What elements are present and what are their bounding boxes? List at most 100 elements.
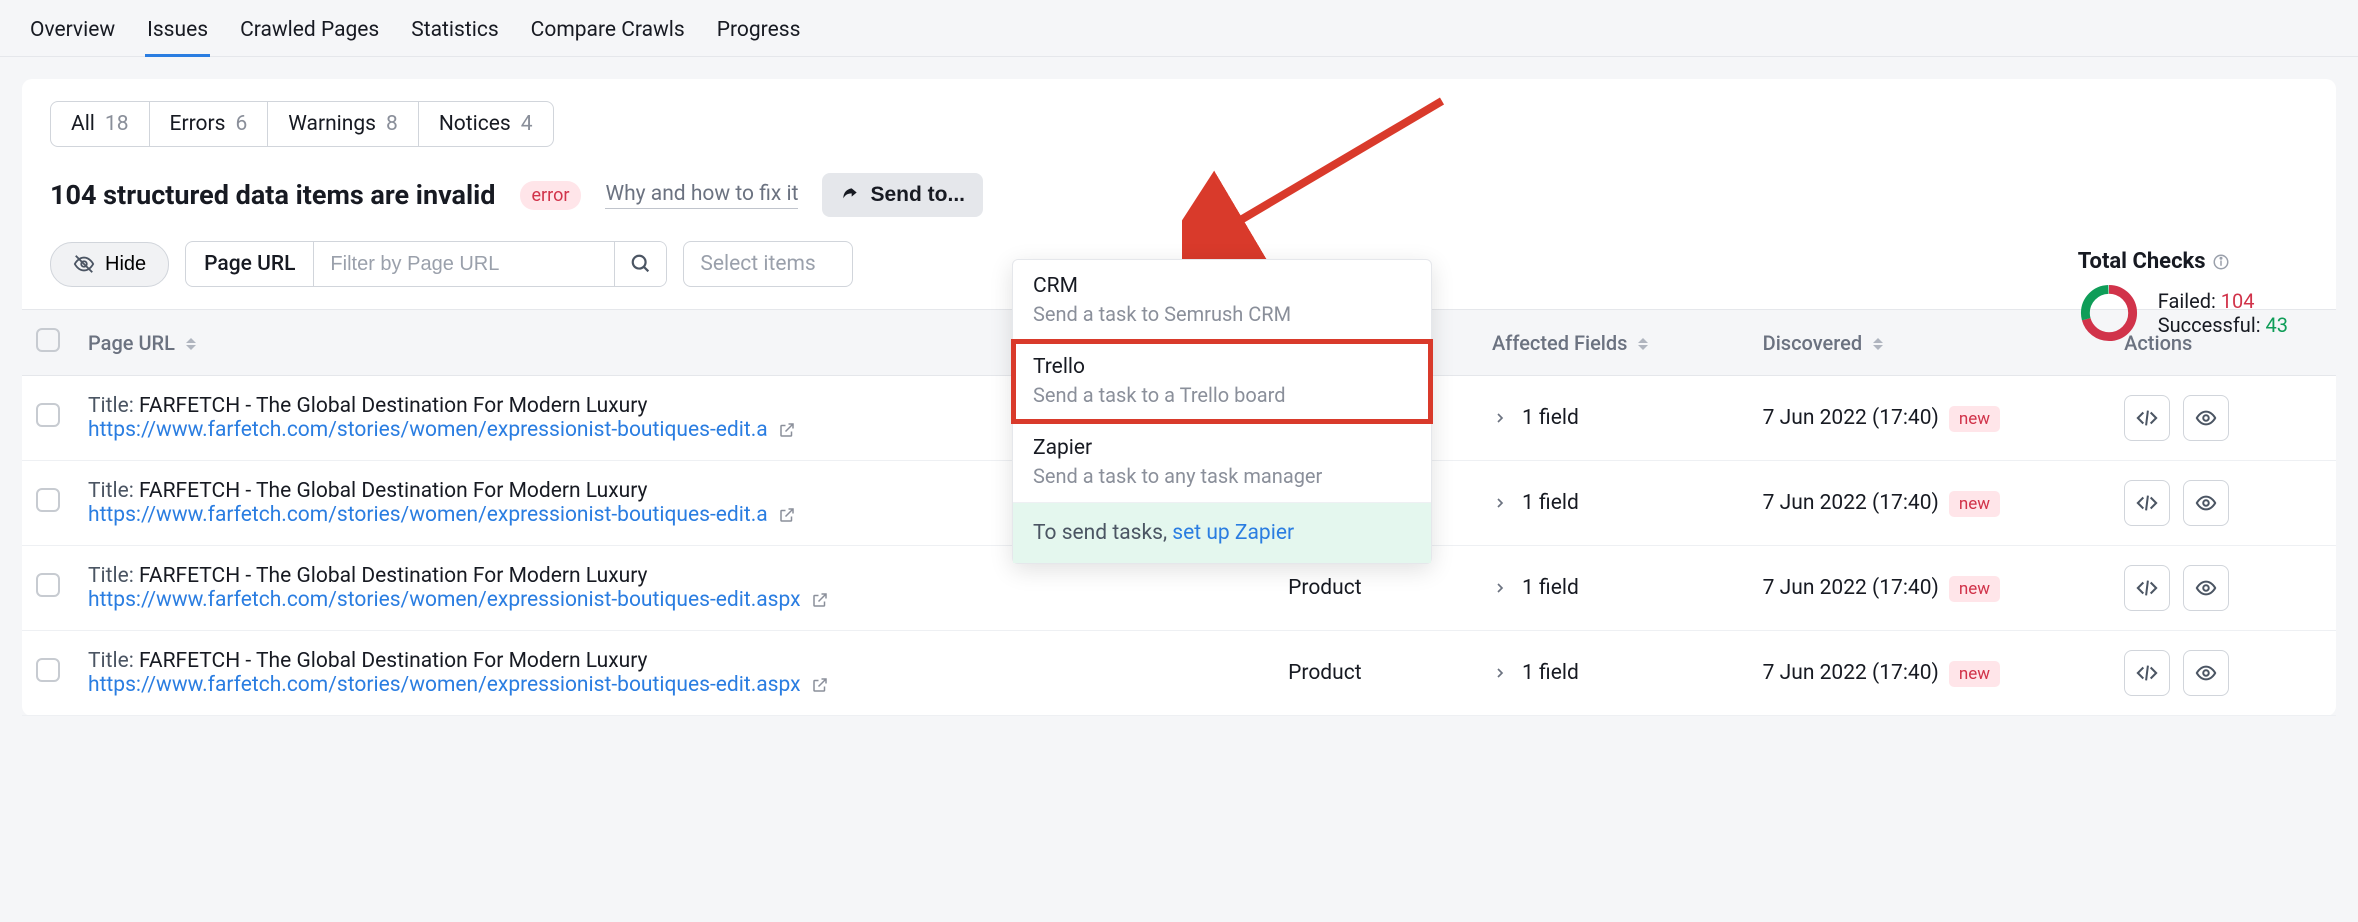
new-badge: new — [1949, 491, 2000, 517]
send-to-label: Send to... — [870, 183, 965, 207]
why-fix-link[interactable]: Why and how to fix it — [605, 182, 798, 209]
filter-label: Errors — [170, 112, 226, 136]
filter-label: Notices — [439, 112, 511, 136]
setup-zapier-link[interactable]: set up Zapier — [1172, 521, 1294, 545]
view-action-button[interactable] — [2183, 480, 2229, 526]
sort-icon[interactable] — [1638, 338, 1648, 350]
eye-icon — [2195, 492, 2217, 514]
new-badge: new — [1949, 406, 2000, 432]
row-discovered: 7 Jun 2022 (17:40)new — [1749, 461, 2110, 546]
total-checks: Total Checks Failed: 104 Successful: 43 — [2078, 249, 2288, 344]
affected-fields-toggle[interactable]: 1 field — [1492, 491, 1735, 515]
select-items-dropdown[interactable]: Select items — [683, 241, 853, 287]
severity-badge: error — [520, 181, 582, 210]
filter-label: All — [71, 112, 95, 136]
dropdown-item-title: Trello — [1033, 355, 1411, 379]
external-link-icon — [778, 421, 796, 439]
fields-text: 1 field — [1522, 661, 1579, 685]
select-all-checkbox[interactable] — [36, 328, 60, 352]
sort-icon[interactable] — [1873, 338, 1883, 350]
row-url-link[interactable]: https://www.farfetch.com/stories/women/e… — [88, 418, 796, 442]
search-button[interactable] — [614, 242, 666, 286]
row-url-link[interactable]: https://www.farfetch.com/stories/women/e… — [88, 503, 796, 527]
row-checkbox[interactable] — [36, 573, 60, 597]
code-action-button[interactable] — [2124, 565, 2170, 611]
send-to-dropdown: CRM Send a task to Semrush CRM Trello Se… — [1012, 259, 1432, 564]
affected-fields-toggle[interactable]: 1 field — [1492, 406, 1735, 430]
chevron-right-icon — [1492, 580, 1508, 596]
view-action-button[interactable] — [2183, 650, 2229, 696]
code-icon — [2136, 492, 2158, 514]
code-action-button[interactable] — [2124, 395, 2170, 441]
share-arrow-icon — [840, 185, 860, 205]
tabs-bar: Overview Issues Crawled Pages Statistics… — [0, 0, 2358, 57]
page-url-filter: Page URL — [185, 241, 667, 287]
hide-label: Hide — [105, 253, 146, 276]
eye-icon — [2195, 407, 2217, 429]
success-value: 43 — [2266, 313, 2288, 337]
row-checkbox[interactable] — [36, 403, 60, 427]
code-action-button[interactable] — [2124, 650, 2170, 696]
view-action-button[interactable] — [2183, 565, 2229, 611]
dropdown-footer-text: To send tasks, — [1033, 521, 1172, 545]
filter-notices[interactable]: Notices 4 — [419, 102, 553, 146]
tab-compare-crawls[interactable]: Compare Crawls — [529, 10, 687, 56]
dropdown-item-title: Zapier — [1033, 436, 1411, 460]
filter-count: 8 — [386, 112, 398, 136]
search-icon — [630, 253, 652, 275]
chevron-right-icon — [1492, 495, 1508, 511]
chevron-right-icon — [1492, 665, 1508, 681]
filter-label: Warnings — [288, 112, 376, 136]
affected-fields-toggle[interactable]: 1 field — [1492, 576, 1735, 600]
donut-chart-icon — [2078, 282, 2140, 344]
row-discovered: 7 Jun 2022 (17:40)new — [1749, 546, 2110, 631]
col-discovered[interactable]: Discovered — [1763, 331, 1862, 355]
view-action-button[interactable] — [2183, 395, 2229, 441]
success-label: Successful: — [2158, 313, 2261, 337]
filter-errors[interactable]: Errors 6 — [150, 102, 269, 146]
dropdown-item-zapier[interactable]: Zapier Send a task to any task manager — [1013, 422, 1431, 503]
dropdown-item-trello[interactable]: Trello Send a task to a Trello board — [1013, 341, 1431, 422]
filter-all[interactable]: All 18 — [51, 102, 150, 146]
issues-panel: All 18 Errors 6 Warnings 8 Notices 4 104… — [22, 79, 2336, 716]
row-checkbox[interactable] — [36, 658, 60, 682]
external-link-icon — [811, 676, 829, 694]
total-checks-title: Total Checks — [2078, 249, 2206, 274]
failed-label: Failed: — [2158, 289, 2216, 313]
send-to-button[interactable]: Send to... — [822, 173, 983, 217]
tab-crawled-pages[interactable]: Crawled Pages — [238, 10, 381, 56]
col-affected[interactable]: Affected Fields — [1492, 331, 1627, 355]
affected-fields-toggle[interactable]: 1 field — [1492, 661, 1735, 685]
eye-icon — [2195, 662, 2217, 684]
failed-value: 104 — [2221, 289, 2255, 313]
new-badge: new — [1949, 661, 2000, 687]
filter-count: 6 — [235, 112, 247, 136]
filter-warnings[interactable]: Warnings 8 — [268, 102, 419, 146]
new-badge: new — [1949, 576, 2000, 602]
dropdown-item-crm[interactable]: CRM Send a task to Semrush CRM — [1013, 260, 1431, 341]
row-url-link[interactable]: https://www.farfetch.com/stories/women/e… — [88, 588, 829, 612]
tab-progress[interactable]: Progress — [715, 10, 803, 56]
row-url-link[interactable]: https://www.farfetch.com/stories/women/e… — [88, 673, 829, 697]
row-checkbox[interactable] — [36, 488, 60, 512]
tab-overview[interactable]: Overview — [28, 10, 117, 56]
hide-button[interactable]: Hide — [50, 242, 169, 287]
code-icon — [2136, 662, 2158, 684]
issue-filters: All 18 Errors 6 Warnings 8 Notices 4 — [50, 101, 554, 147]
external-link-icon — [778, 506, 796, 524]
row-discovered: 7 Jun 2022 (17:40)new — [1749, 631, 2110, 716]
table-row: Title: FARFETCH - The Global Destination… — [22, 631, 2336, 716]
tab-issues[interactable]: Issues — [145, 10, 210, 56]
page-url-label[interactable]: Page URL — [186, 242, 314, 286]
tab-statistics[interactable]: Statistics — [409, 10, 500, 56]
row-discovered: 7 Jun 2022 (17:40)new — [1749, 376, 2110, 461]
code-action-button[interactable] — [2124, 480, 2170, 526]
code-icon — [2136, 407, 2158, 429]
info-icon[interactable] — [2212, 253, 2230, 271]
eye-off-icon — [73, 253, 95, 275]
sort-icon[interactable] — [186, 338, 196, 350]
fields-text: 1 field — [1522, 491, 1579, 515]
page-url-input[interactable] — [314, 242, 614, 286]
fields-text: 1 field — [1522, 406, 1579, 430]
col-page-url[interactable]: Page URL — [88, 331, 175, 355]
